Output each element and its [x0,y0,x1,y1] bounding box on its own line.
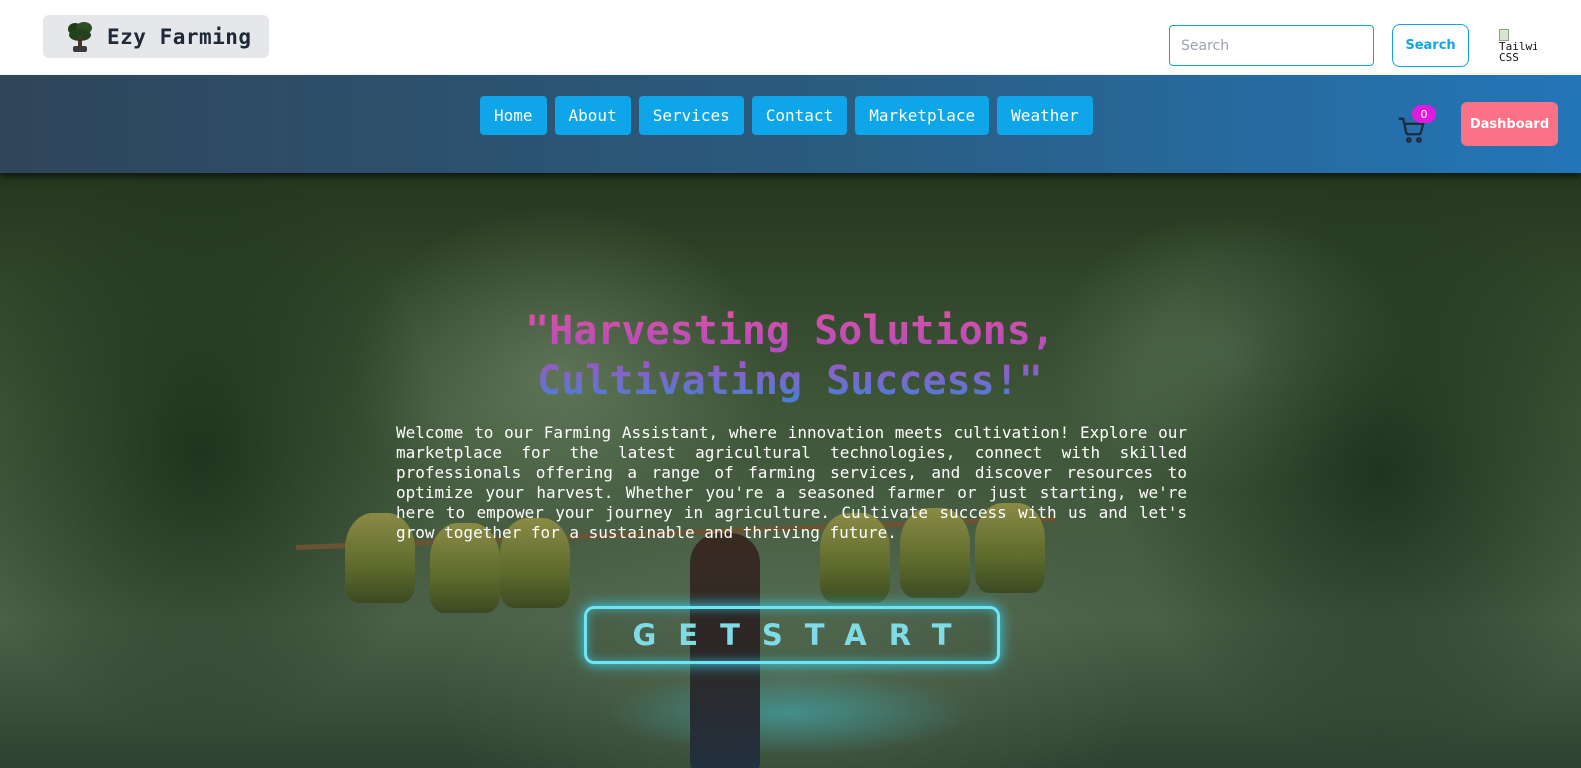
main-nav: Home About Services Contact Marketplace … [0,75,1581,173]
nav-weather[interactable]: Weather [997,96,1093,135]
tree-icon [65,20,95,54]
nav-links: Home About Services Contact Marketplace … [480,96,1093,135]
nav-contact[interactable]: Contact [751,96,848,135]
avatar-alt-text: Tailwind CSS [1499,40,1537,62]
dashboard-button[interactable]: Dashboard [1461,102,1558,146]
hero-description: Welcome to our Farming Assistant, where … [396,423,1187,542]
cart-count-badge: 0 [1412,105,1436,123]
hero-background-foliage-left [0,173,460,768]
top-header: Ezy Farming Search Tailwind CSS [0,0,1581,75]
nav-about[interactable]: About [554,96,631,135]
brand-name: Ezy Farming [107,24,252,49]
brand-logo[interactable]: Ezy Farming [43,15,269,58]
hero-section: "Harvesting Solutions, Cultivating Succe… [0,173,1581,768]
search-button[interactable]: Search [1392,24,1469,67]
hero-title: "Harvesting Solutions, Cultivating Succe… [340,306,1240,406]
get-start-button[interactable]: GETSTART [584,606,1000,664]
hero-title-line2: Cultivating Success!" [537,358,1043,404]
search-input[interactable] [1169,25,1374,66]
nav-marketplace[interactable]: Marketplace [855,96,990,135]
avatar[interactable]: Tailwind CSS [1499,29,1537,62]
cart-button[interactable]: 0 [1397,105,1436,143]
nav-services[interactable]: Services [638,96,744,135]
hero-title-line1: "Harvesting Solutions, [525,308,1055,354]
nav-home[interactable]: Home [480,96,547,135]
